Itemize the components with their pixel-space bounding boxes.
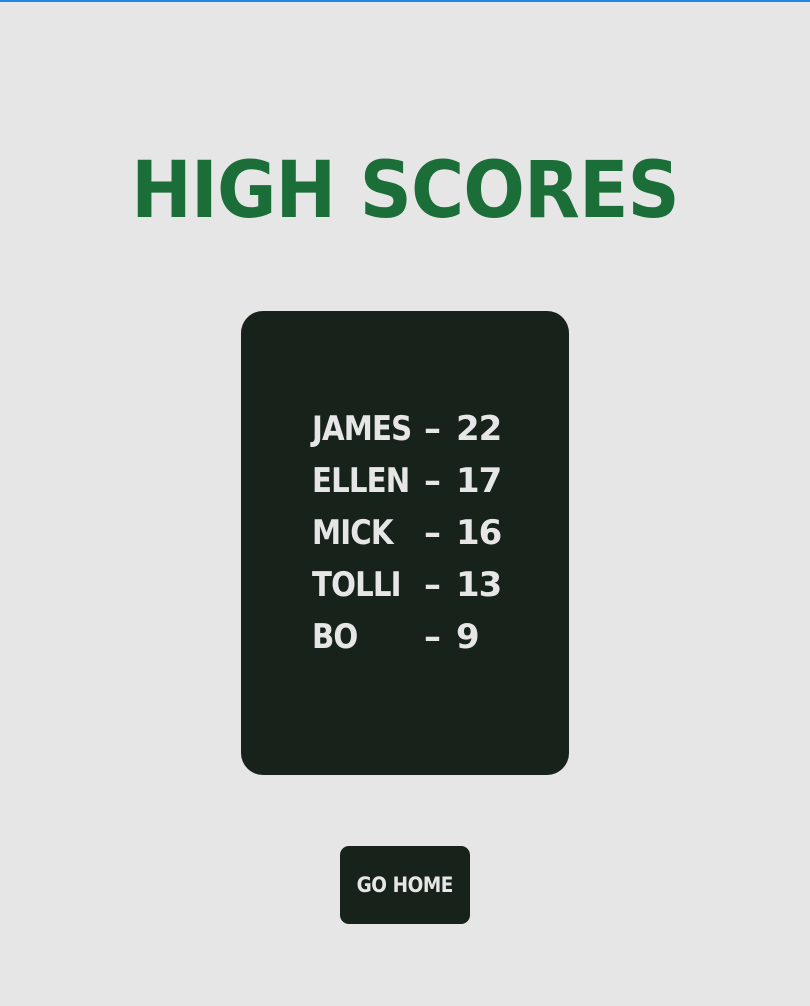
score-list: JAMES – 22 ELLEN – 17 MICK – 16 TOLLI – … (312, 403, 532, 663)
score-separator: – (424, 617, 441, 657)
go-home-label: GO HOME (356, 873, 454, 897)
player-score: 22 (456, 409, 502, 449)
score-separator: – (424, 409, 441, 449)
player-name: ELLEN (312, 461, 410, 501)
score-row-4: TOLLI – 13 (312, 559, 532, 611)
top-border-line (0, 0, 810, 2)
player-score: 13 (456, 565, 502, 605)
score-row-5: BO – 9 (312, 611, 532, 663)
player-score: 17 (456, 461, 502, 501)
score-row-2: ELLEN – 17 (312, 455, 532, 507)
player-name: BO (312, 617, 358, 657)
score-row-3: MICK – 16 (312, 507, 532, 559)
player-name: JAMES (312, 409, 412, 449)
player-score: 9 (456, 617, 480, 657)
player-name: TOLLI (312, 565, 402, 605)
score-separator: – (424, 461, 441, 501)
player-score: 16 (456, 513, 502, 553)
high-scores-panel: JAMES – 22 ELLEN – 17 MICK – 16 TOLLI – … (241, 311, 569, 775)
player-name: MICK (312, 513, 394, 553)
go-home-button[interactable]: GO HOME (340, 846, 470, 924)
score-separator: – (424, 513, 441, 553)
page-title: HIGH SCORES (131, 146, 680, 236)
score-separator: – (424, 565, 441, 605)
score-row-1: JAMES – 22 (312, 403, 532, 455)
